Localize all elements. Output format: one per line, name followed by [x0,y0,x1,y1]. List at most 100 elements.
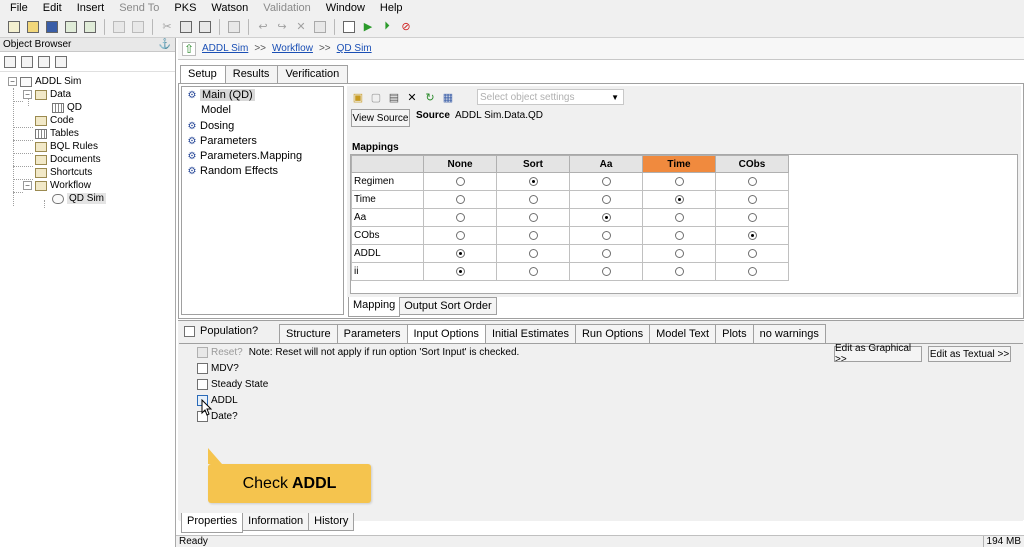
tab-initial-estimates[interactable]: Initial Estimates [484,324,576,344]
tab-input-options[interactable]: Input Options [406,324,486,344]
tab-warnings[interactable]: no warnings [752,324,826,344]
attach-icon[interactable]: ▤ [387,90,401,104]
import-icon[interactable] [63,19,79,35]
mapping-radio-cobs[interactable] [747,230,757,240]
stop-icon[interactable]: ⊘ [398,19,414,35]
mapping-radio-sort[interactable] [528,194,538,204]
cut-icon[interactable]: ✂ [159,19,175,35]
steady-state-option[interactable]: Steady State [197,379,268,390]
mapping-radio-sort[interactable] [528,230,538,240]
edit-as-graphical-button[interactable]: Edit as Graphical >> [834,343,922,365]
mapping-radio-aa[interactable] [601,176,611,186]
mapping-radio-none[interactable] [455,176,465,186]
mdv-option[interactable]: MDV? [197,363,239,374]
open-icon[interactable]: ▣ [351,90,365,104]
steady-state-checkbox[interactable] [197,379,208,390]
tab-properties[interactable]: Properties [181,513,244,533]
mapping-radio-sort[interactable] [528,176,538,186]
mapping-radio-cobs[interactable] [747,212,757,222]
tree-item-code[interactable]: Code [35,115,74,126]
remove-icon[interactable]: ✕ [405,90,419,104]
menu-window[interactable]: Window [320,2,374,14]
mapping-radio-time[interactable] [674,176,684,186]
collapse-icon[interactable]: − [8,77,17,86]
copy-object-icon[interactable] [38,55,50,68]
tab-verification[interactable]: Verification [277,65,349,83]
mapping-radio-sort[interactable] [528,248,538,258]
new-project-icon[interactable] [6,19,22,35]
menu-pks[interactable]: PKS [168,2,205,14]
tab-history[interactable]: History [308,513,355,531]
mapping-radio-aa[interactable] [601,266,611,276]
mapping-radio-time[interactable] [674,212,684,222]
breadcrumb-link-addl-sim[interactable]: ADDL Sim [202,43,248,54]
tree-item-tables[interactable]: Tables [35,128,79,139]
setup-item-parameters-mapping[interactable]: ⚙ Parameters.Mapping [186,150,303,162]
menu-help[interactable]: Help [374,2,412,14]
tree-item-addl-sim[interactable]: − ADDL Sim [8,76,81,87]
edit-as-textual-button[interactable]: Edit as Textual >> [928,346,1011,362]
tab-parameters[interactable]: Parameters [336,324,408,344]
mapping-radio-cobs[interactable] [747,248,757,258]
tree-item-data[interactable]: − Data [23,89,71,100]
open-folder-icon[interactable] [25,19,41,35]
mapping-radio-time[interactable] [674,194,684,204]
setup-item-dosing[interactable]: ⚙ Dosing [186,120,235,132]
tree-item-shortcuts[interactable]: Shortcuts [35,167,92,178]
tree-item-workflow[interactable]: − Workflow [23,180,91,191]
mapping-radio-aa[interactable] [601,212,611,222]
filter-icon[interactable] [21,55,33,68]
tab-results[interactable]: Results [224,65,279,83]
tab-information[interactable]: Information [242,513,310,531]
undo-icon[interactable]: ↩ [255,19,271,35]
refresh-icon[interactable]: ↻ [423,90,437,104]
mapping-radio-cobs[interactable] [747,266,757,276]
tree-item-documents[interactable]: Documents [35,154,101,165]
mapping-radio-none[interactable] [455,248,465,258]
setup-item-main[interactable]: ⚙ Main (QD) [186,89,255,101]
save-settings-icon[interactable]: ▦ [441,90,455,104]
new-object-icon[interactable] [4,55,16,68]
mapping-radio-none[interactable] [455,266,465,276]
grid-icon[interactable] [226,19,242,35]
properties-icon[interactable] [312,19,328,35]
redo-icon[interactable]: ↪ [274,19,290,35]
tree-item-bql-rules[interactable]: BQL Rules [35,141,98,152]
up-arrow-icon[interactable]: ⇧ [182,41,196,56]
population-option[interactable]: Population? [184,325,258,337]
setup-item-model[interactable]: Model [201,104,231,116]
copy-source-icon[interactable]: ▢ [369,90,383,104]
mapping-radio-aa[interactable] [601,248,611,258]
paste-icon[interactable] [197,19,213,35]
mapping-radio-cobs[interactable] [747,176,757,186]
tab-structure[interactable]: Structure [279,324,338,344]
select-object-settings-dropdown[interactable]: Select object settings ▼ [477,89,624,105]
copy-icon[interactable] [178,19,194,35]
step-run-icon[interactable]: ⏵ [379,19,395,35]
population-checkbox[interactable] [184,325,195,337]
tab-output-sort-order[interactable]: Output Sort Order [399,297,497,315]
view-source-button[interactable]: View Source [351,109,410,127]
pin-icon[interactable]: ⚓ [159,39,171,50]
tab-setup[interactable]: Setup [180,65,226,84]
mapping-radio-cobs[interactable] [747,194,757,204]
save-icon[interactable] [44,19,60,35]
tab-run-options[interactable]: Run Options [574,324,651,344]
tab-mapping[interactable]: Mapping [348,297,401,317]
tree-item-qd[interactable]: QD [52,102,82,113]
tab-plots[interactable]: Plots [715,324,754,344]
mapping-radio-time[interactable] [674,248,684,258]
setup-item-random-effects[interactable]: ⚙ Random Effects [186,165,279,177]
mdv-checkbox[interactable] [197,363,208,374]
document-icon[interactable] [341,19,357,35]
delete-icon[interactable]: ✕ [293,19,309,35]
menu-edit[interactable]: Edit [37,2,71,14]
mapping-radio-aa[interactable] [601,194,611,204]
mapping-radio-sort[interactable] [528,266,538,276]
run-icon[interactable]: ▶ [360,19,376,35]
breadcrumb-link-workflow[interactable]: Workflow [272,43,313,54]
menu-insert[interactable]: Insert [71,2,114,14]
mapping-radio-none[interactable] [455,212,465,222]
mapping-radio-sort[interactable] [528,212,538,222]
menu-file[interactable]: File [4,2,37,14]
